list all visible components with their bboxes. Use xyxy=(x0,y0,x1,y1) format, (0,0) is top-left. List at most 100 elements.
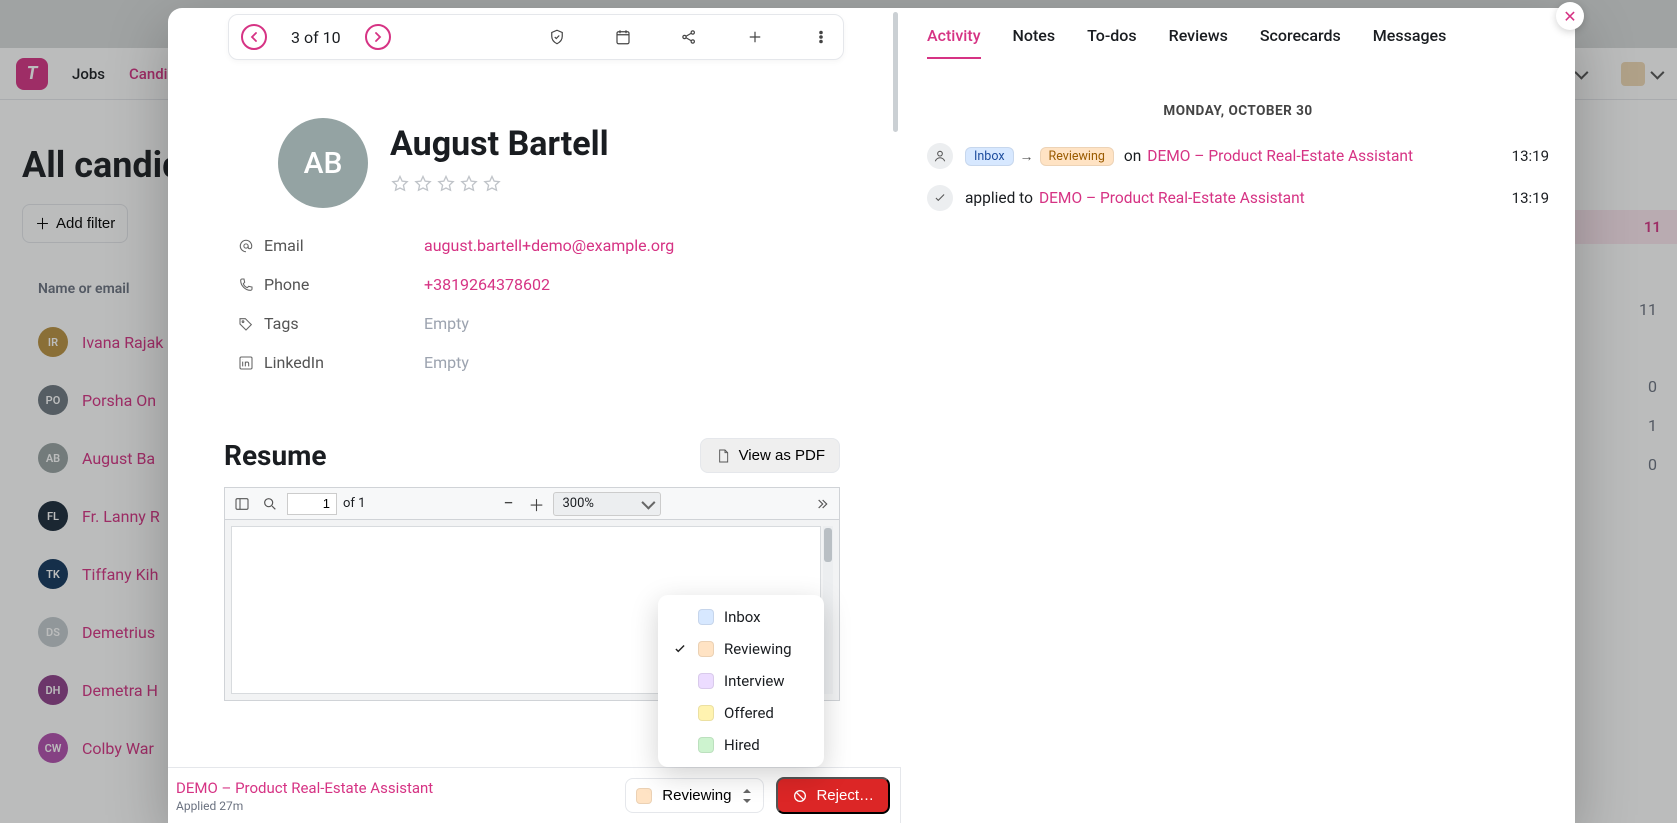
stage-select-button[interactable]: Reviewing xyxy=(625,778,764,813)
pdf-zoom-value: 300% xyxy=(562,496,593,511)
job-link[interactable]: DEMO – Product Real-Estate Assistant xyxy=(176,779,625,797)
stage-select-label: Reviewing xyxy=(662,787,731,804)
shield-button[interactable] xyxy=(547,27,567,47)
linkedin-value[interactable]: Empty xyxy=(424,353,469,372)
tab-messages[interactable]: Messages xyxy=(1373,26,1447,59)
check-icon xyxy=(672,642,688,656)
activity-row-stage-change: Inbox → Reviewing on DEMO – Product Real… xyxy=(927,135,1549,177)
modal-right-pane: Activity Notes To-dos Reviews Scorecards… xyxy=(901,8,1575,823)
at-icon xyxy=(238,238,254,254)
add-button[interactable] xyxy=(745,27,765,47)
user-icon xyxy=(927,143,953,169)
stage-pill-from: Inbox xyxy=(965,147,1014,166)
stage-swatch xyxy=(698,737,714,753)
tab-scorecards[interactable]: Scorecards xyxy=(1260,26,1341,59)
applied-time: Applied 27m xyxy=(176,799,625,813)
detail-label: Tags xyxy=(264,314,299,333)
detail-label: Email xyxy=(264,236,304,255)
stage-pill-to: Reviewing xyxy=(1040,147,1114,166)
pdf-zoom-in[interactable]: ＋ xyxy=(525,493,547,515)
job-info: DEMO – Product Real-Estate Assistant App… xyxy=(168,779,625,813)
pdf-scrollbar[interactable] xyxy=(823,526,833,694)
share-icon xyxy=(680,28,698,46)
tab-todos[interactable]: To-dos xyxy=(1087,26,1137,59)
profile-header: AB August Bartell xyxy=(168,60,900,208)
tags-value[interactable]: Empty xyxy=(424,314,469,333)
star-icon xyxy=(436,174,456,194)
view-as-pdf-label: View as PDF xyxy=(739,447,825,464)
more-button[interactable] xyxy=(811,27,831,47)
chevron-left-icon xyxy=(249,32,259,42)
detail-email: Email august.bartell+demo@example.org xyxy=(238,226,840,265)
stage-option-label: Interview xyxy=(724,672,785,690)
search-icon xyxy=(262,496,278,512)
linkedin-icon xyxy=(238,355,254,371)
stage-swatch xyxy=(698,705,714,721)
pdf-sidebar-toggle[interactable] xyxy=(231,493,253,515)
close-modal-button[interactable]: ✕ xyxy=(1556,2,1584,30)
stage-option-label: Reviewing xyxy=(724,640,792,658)
pdf-search-button[interactable] xyxy=(259,493,281,515)
activity-row-applied: applied to DEMO – Product Real-Estate As… xyxy=(927,177,1549,219)
phone-value[interactable]: +3819264378602 xyxy=(424,275,550,294)
activity-job-link[interactable]: DEMO – Product Real-Estate Assistant xyxy=(1039,189,1305,207)
stage-option-label: Hired xyxy=(724,736,760,754)
tab-activity[interactable]: Activity xyxy=(927,26,981,59)
pdf-page-of: of 1 xyxy=(343,496,365,511)
star-icon xyxy=(482,174,502,194)
stage-option-label: Offered xyxy=(724,704,774,722)
chevrons-right-icon xyxy=(814,496,830,512)
modal-left-pane: 3 of 10 AB xyxy=(168,8,900,823)
stage-option[interactable]: Interview xyxy=(658,665,824,697)
share-button[interactable] xyxy=(679,27,699,47)
stage-swatch xyxy=(698,641,714,657)
stage-option[interactable]: Offered xyxy=(658,697,824,729)
pdf-page-input[interactable] xyxy=(287,493,337,515)
pdf-more-button[interactable] xyxy=(811,493,833,515)
candidate-modal: 3 of 10 AB xyxy=(168,8,1575,823)
close-icon: ✕ xyxy=(1563,7,1576,26)
star-icon xyxy=(459,174,479,194)
activity-time: 13:19 xyxy=(1512,147,1549,165)
stage-swatch xyxy=(698,609,714,625)
star-icon xyxy=(390,174,410,194)
calendar-button[interactable] xyxy=(613,27,633,47)
email-value[interactable]: august.bartell+demo@example.org xyxy=(424,236,674,255)
stage-option[interactable]: Reviewing xyxy=(658,633,824,665)
resume-heading: Resume xyxy=(224,439,327,472)
next-candidate-button[interactable] xyxy=(365,24,391,50)
plus-icon xyxy=(746,28,764,46)
pdf-zoom-select[interactable]: 300% xyxy=(553,492,660,516)
tab-notes[interactable]: Notes xyxy=(1013,26,1056,59)
detail-phone: Phone +3819264378602 xyxy=(238,265,840,304)
detail-tabs: Activity Notes To-dos Reviews Scorecards… xyxy=(927,26,1549,59)
chevron-down-icon xyxy=(641,495,655,509)
rating-stars[interactable] xyxy=(390,174,609,194)
detail-label: LinkedIn xyxy=(264,353,324,372)
reject-button[interactable]: Reject… xyxy=(776,777,890,814)
star-icon xyxy=(413,174,433,194)
stage-popover: Inbox Reviewing Interview Offered Hired xyxy=(658,595,824,767)
left-pane-scrollbar[interactable] xyxy=(891,8,901,767)
activity-date-header: MONDAY, OCTOBER 30 xyxy=(927,103,1549,119)
activity-text: on xyxy=(1124,147,1141,165)
stage-swatch xyxy=(698,673,714,689)
candidate-avatar: AB xyxy=(278,118,368,208)
stage-option[interactable]: Hired xyxy=(658,729,824,761)
stage-option[interactable]: Inbox xyxy=(658,601,824,633)
panel-icon xyxy=(234,496,250,512)
activity-time: 13:19 xyxy=(1512,189,1549,207)
stage-option-label: Inbox xyxy=(724,608,761,626)
view-as-pdf-button[interactable]: View as PDF xyxy=(700,438,840,473)
tab-reviews[interactable]: Reviews xyxy=(1169,26,1228,59)
calendar-icon xyxy=(614,28,632,46)
modal-topbar: 3 of 10 xyxy=(228,14,844,60)
pdf-zoom-out[interactable]: − xyxy=(497,493,519,515)
stage-swatch xyxy=(636,788,652,804)
file-pdf-icon xyxy=(715,448,731,464)
activity-job-link[interactable]: DEMO – Product Real-Estate Assistant xyxy=(1147,147,1413,165)
candidate-details: Email august.bartell+demo@example.org Ph… xyxy=(168,208,900,382)
prev-candidate-button[interactable] xyxy=(241,24,267,50)
arrow-right-icon: → xyxy=(1020,148,1034,165)
sort-icon xyxy=(741,789,753,803)
